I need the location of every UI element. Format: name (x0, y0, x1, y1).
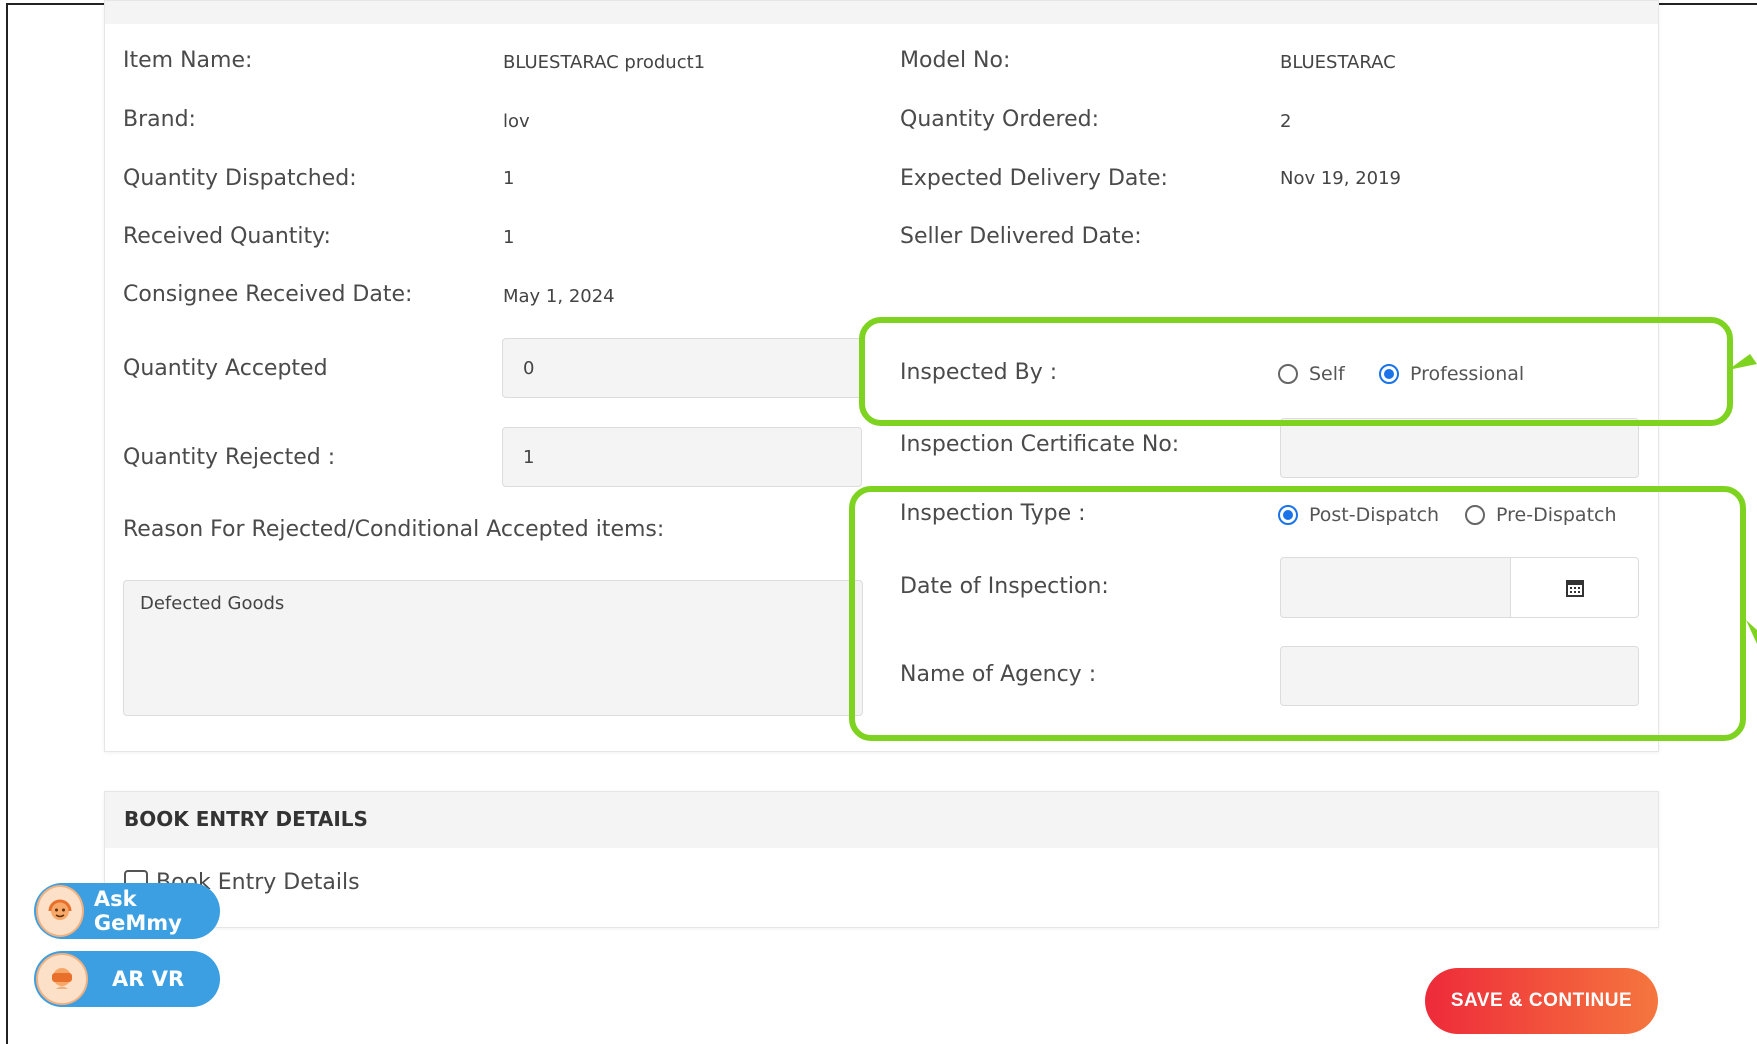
item-name-label: Item Name: (123, 48, 253, 73)
consignee-received-label: Consignee Received Date: (123, 282, 413, 307)
model-no-label: Model No: (900, 48, 1011, 73)
brand-value: lov (503, 111, 530, 132)
quantity-dispatched-label: Quantity Dispatched: (123, 166, 357, 191)
reason-textarea[interactable]: Defected Goods (123, 580, 863, 716)
expected-delivery-value: Nov 19, 2019 (1280, 168, 1402, 189)
ask-gemmy-button[interactable]: Ask GeMmy (34, 883, 220, 939)
ar-vr-label: AR VR (112, 967, 185, 991)
reason-label: Reason For Rejected/Conditional Accepted… (123, 517, 665, 542)
certificate-no-input[interactable] (1280, 418, 1639, 478)
inspection-details-highlight (849, 486, 1746, 741)
ar-vr-button[interactable]: AR VR (34, 951, 220, 1007)
quantity-rejected-input[interactable]: 1 (502, 427, 862, 487)
received-quantity-value: 1 (503, 227, 515, 248)
received-quantity-label: Received Quantity: (123, 224, 331, 249)
vr-headset-icon (36, 953, 88, 1005)
brand-label: Brand: (123, 107, 196, 132)
assistant-avatar-icon (36, 885, 84, 937)
quantity-ordered-value: 2 (1280, 111, 1292, 132)
quantity-rejected-label: Quantity Rejected : (123, 445, 336, 470)
save-continue-button[interactable]: SAVE & CONTINUE (1425, 968, 1658, 1034)
certificate-no-label: Inspection Certificate No: (900, 432, 1180, 457)
book-entry-section-title: BOOK ENTRY DETAILS (124, 807, 368, 831)
expected-delivery-label: Expected Delivery Date: (900, 166, 1168, 191)
arrow-icon (1728, 354, 1757, 370)
item-name-value: BLUESTARAC product1 (503, 52, 706, 73)
product-card-header (105, 1, 1658, 24)
quantity-accepted-label: Quantity Accepted (123, 356, 328, 381)
model-no-value: BLUESTARAC (1280, 52, 1396, 73)
quantity-accepted-input[interactable]: 0 (502, 338, 862, 398)
quantity-ordered-label: Quantity Ordered: (900, 107, 1100, 132)
inspected-by-highlight (859, 317, 1733, 426)
seller-delivered-label: Seller Delivered Date: (900, 224, 1142, 249)
consignee-received-value: May 1, 2024 (503, 286, 615, 307)
ask-gemmy-label: Ask GeMmy (93, 887, 182, 935)
quantity-dispatched-value: 1 (503, 168, 515, 189)
arrow-icon (1746, 620, 1757, 644)
